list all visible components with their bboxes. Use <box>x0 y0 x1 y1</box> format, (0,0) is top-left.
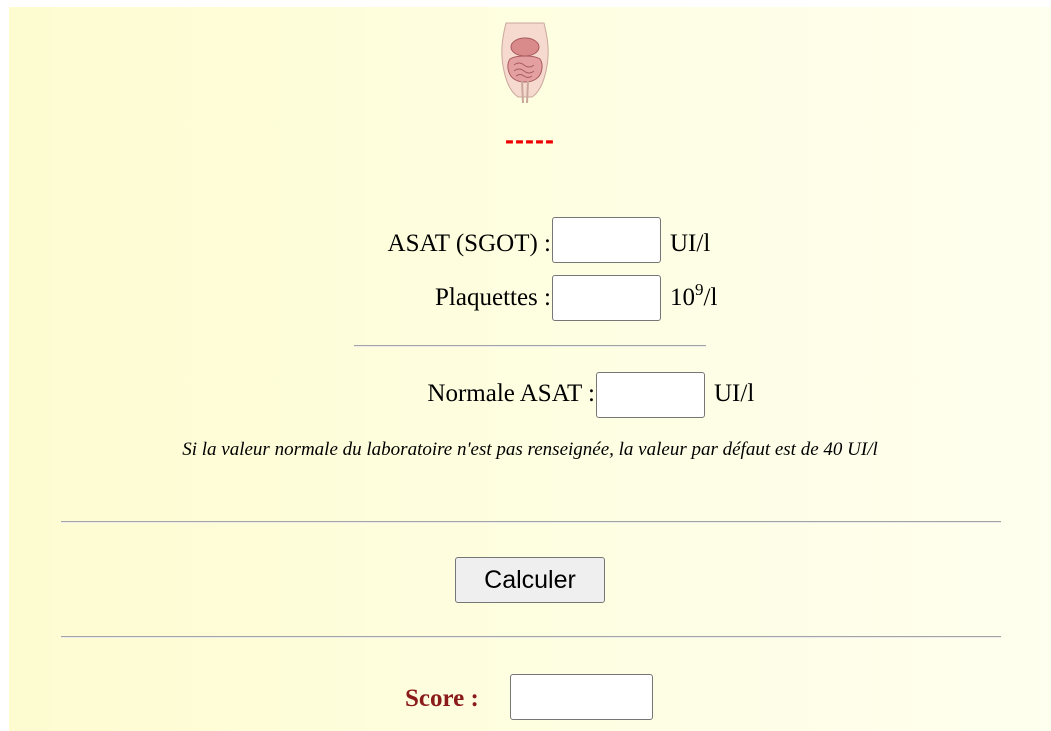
calculator-panel: ----- ASAT (SGOT) : UI/l Plaquettes : 10… <box>9 7 1051 731</box>
status-dashes: ----- <box>505 125 555 155</box>
platelets-unit-exponent: 9 <box>695 280 704 299</box>
asat-input[interactable] <box>552 217 661 263</box>
normal-asat-label: Normale ASAT : <box>427 380 595 407</box>
separator-top <box>61 521 1001 523</box>
separator-short <box>354 345 706 347</box>
platelets-unit: 109/l <box>670 280 718 313</box>
normal-asat-input[interactable] <box>596 372 705 418</box>
asat-unit: UI/l <box>670 230 711 257</box>
normal-asat-unit: UI/l <box>714 380 755 407</box>
calculate-button[interactable]: Calculer <box>455 557 605 603</box>
separator-bottom <box>61 636 1001 638</box>
digestive-system-illustration <box>501 22 549 104</box>
platelets-unit-base: 10 <box>670 284 695 311</box>
asat-label: ASAT (SGOT) : <box>387 230 551 257</box>
score-output[interactable] <box>510 674 653 720</box>
platelets-label: Plaquettes : <box>435 284 551 311</box>
platelets-unit-suffix: /l <box>703 284 718 311</box>
default-value-note: Si la valeur normale du laboratoire n'es… <box>182 439 878 460</box>
score-label: Score : <box>405 685 479 712</box>
platelets-input[interactable] <box>552 275 661 321</box>
